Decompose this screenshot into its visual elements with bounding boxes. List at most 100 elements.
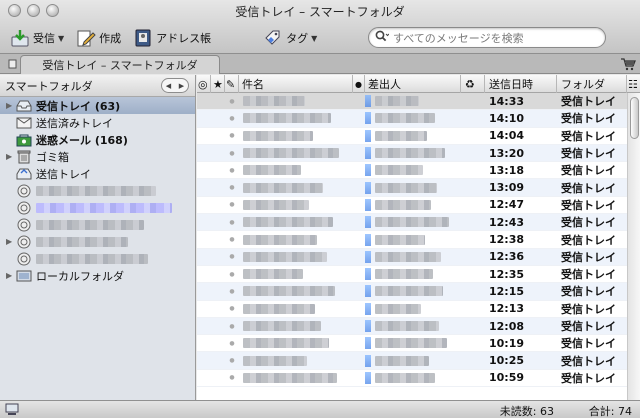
message-folder: 受信トレイ bbox=[561, 216, 616, 230]
mail-account-icon bbox=[16, 235, 32, 249]
attachment-column-header[interactable]: ✎ bbox=[225, 75, 239, 93]
total-count: 合計: 74 bbox=[588, 405, 632, 418]
table-row[interactable]: ● 12:35 受信トレイ bbox=[197, 265, 627, 284]
message-subject bbox=[239, 303, 353, 314]
table-row[interactable]: ● 10:19 受信トレイ bbox=[197, 335, 627, 353]
redacted-account-name bbox=[36, 185, 156, 196]
column-picker-button[interactable]: ☷ bbox=[627, 75, 640, 93]
star-column-header[interactable]: ★ bbox=[211, 75, 225, 93]
sidebar-item-inbox[interactable]: ▶ 受信トレイ (63) bbox=[0, 97, 195, 114]
disclosure-triangle-icon[interactable]: ▶ bbox=[6, 237, 16, 246]
tab-scroll-icon[interactable] bbox=[8, 58, 18, 70]
sidebar-item-sent[interactable]: 送信済みトレイ bbox=[0, 114, 195, 131]
attachment-indicator: ● bbox=[229, 184, 235, 192]
tag-button[interactable]: タグ ▼ bbox=[259, 26, 321, 50]
message-folder: 受信トレイ bbox=[561, 112, 616, 126]
shopping-cart-icon[interactable] bbox=[620, 56, 636, 72]
attachment-indicator: ● bbox=[229, 270, 235, 278]
table-row[interactable]: ● 13:18 受信トレイ bbox=[197, 162, 627, 180]
outbox-icon bbox=[16, 167, 32, 181]
message-folder: 受信トレイ bbox=[561, 337, 616, 351]
message-date: 13:20 bbox=[489, 146, 525, 160]
message-subject bbox=[239, 113, 353, 124]
message-folder: 受信トレイ bbox=[561, 164, 616, 178]
chevron-right-icon[interactable]: ▶ bbox=[179, 82, 184, 90]
thread-icon: ◎ bbox=[198, 77, 208, 91]
compose-button[interactable]: 作成 bbox=[72, 26, 125, 50]
receive-label: 受信 bbox=[33, 32, 55, 45]
tag-icon bbox=[263, 28, 283, 48]
message-date: 13:09 bbox=[489, 181, 525, 195]
sidebar-item-junk[interactable]: 迷惑メール (168) bbox=[0, 131, 195, 148]
folder-pane: スマートフォルダ ◀ ▶ ▶ 受信トレイ (63) 送信済みトレイ 迷惑メール (… bbox=[0, 75, 196, 400]
sidebar-item-local-folders[interactable]: ▶ ローカルフォルダ bbox=[0, 267, 195, 284]
message-folder: 受信トレイ bbox=[561, 285, 616, 299]
table-row[interactable]: ● 13:20 受信トレイ bbox=[197, 144, 627, 163]
message-subject bbox=[239, 251, 353, 262]
sidebar-item-account[interactable] bbox=[0, 216, 195, 233]
message-subject bbox=[239, 182, 353, 193]
redacted-account-name bbox=[36, 236, 128, 247]
address-book-icon bbox=[133, 28, 153, 48]
message-folder: 受信トレイ bbox=[561, 250, 616, 264]
table-row[interactable]: ● 12:13 受信トレイ bbox=[197, 300, 627, 318]
message-date: 12:36 bbox=[489, 250, 525, 264]
table-row[interactable]: ● 12:47 受信トレイ bbox=[197, 196, 627, 215]
scrollbar-thumb[interactable] bbox=[630, 97, 639, 139]
date-column-header[interactable]: 送信日時 bbox=[485, 75, 557, 93]
table-row[interactable]: ● 14:04 受信トレイ bbox=[197, 127, 627, 145]
tab-inbox-smart-folder[interactable]: 受信トレイ – スマートフォルダ bbox=[20, 55, 220, 74]
table-row[interactable]: ● 12:08 受信トレイ bbox=[197, 317, 627, 336]
junk-icon bbox=[16, 133, 32, 147]
junk-column-header[interactable]: ♻ bbox=[461, 75, 485, 93]
folder-view-switcher[interactable]: ◀ ▶ bbox=[161, 78, 189, 93]
message-date: 12:38 bbox=[489, 233, 525, 247]
redacted-account-name bbox=[36, 219, 144, 230]
folder-pane-title: スマートフォルダ bbox=[5, 79, 93, 93]
message-list-header: ◎ ★ ✎ 件名 ● 差出人 ♻ 送信日時 フォルダ ☷ bbox=[197, 75, 640, 93]
network-status-icon[interactable] bbox=[5, 403, 19, 416]
message-folder: 受信トレイ bbox=[561, 268, 616, 282]
table-row[interactable]: ● 12:38 受信トレイ bbox=[197, 231, 627, 249]
read-column-header[interactable]: ● bbox=[353, 75, 365, 93]
sidebar-item-account[interactable] bbox=[0, 199, 195, 216]
sidebar-item-account[interactable]: ▶ bbox=[0, 233, 195, 250]
message-subject bbox=[239, 269, 353, 280]
message-sender bbox=[363, 181, 461, 194]
chevron-left-icon[interactable]: ◀ bbox=[166, 82, 171, 90]
unread-count: 未読数: 63 bbox=[499, 405, 554, 418]
address-book-button[interactable]: アドレス帳 bbox=[129, 26, 215, 50]
message-date: 12:47 bbox=[489, 198, 525, 212]
folder-column-header[interactable]: フォルダ bbox=[557, 75, 627, 93]
message-subject bbox=[239, 130, 353, 141]
table-row[interactable]: ● 13:09 受信トレイ bbox=[197, 179, 627, 197]
message-subject bbox=[239, 217, 353, 228]
disclosure-triangle-icon[interactable]: ▶ bbox=[6, 152, 16, 161]
from-column-label: 差出人 bbox=[368, 78, 401, 91]
disclosure-triangle-icon[interactable]: ▶ bbox=[6, 101, 16, 110]
message-list-scrollbar[interactable] bbox=[627, 93, 640, 400]
search-input[interactable]: すべてのメッセージを検索 bbox=[368, 27, 606, 48]
table-row[interactable]: ● 12:36 受信トレイ bbox=[197, 248, 627, 266]
sidebar-item-account[interactable] bbox=[0, 250, 195, 267]
sidebar-item-outbox[interactable]: 送信トレイ bbox=[0, 165, 195, 182]
thread-column-header[interactable]: ◎ bbox=[197, 75, 211, 93]
message-sender bbox=[363, 250, 461, 263]
sidebar-item-trash[interactable]: ▶ ゴミ箱 bbox=[0, 148, 195, 165]
table-row[interactable]: ● 12:15 受信トレイ bbox=[197, 283, 627, 301]
chevron-down-icon[interactable]: ▼ bbox=[58, 34, 64, 43]
subject-column-header[interactable]: 件名 bbox=[239, 75, 353, 93]
date-column-label: 送信日時 bbox=[489, 78, 533, 91]
table-row[interactable]: ● 14:33 受信トレイ bbox=[197, 93, 627, 111]
table-row[interactable]: ● 10:59 受信トレイ bbox=[197, 369, 627, 388]
message-sender bbox=[363, 302, 461, 315]
table-row[interactable]: ● 12:43 受信トレイ bbox=[197, 214, 627, 232]
disclosure-triangle-icon[interactable]: ▶ bbox=[6, 271, 16, 280]
sidebar-item-account[interactable] bbox=[0, 182, 195, 199]
receive-button[interactable]: 受信 ▼ bbox=[6, 26, 68, 50]
chevron-down-icon[interactable]: ▼ bbox=[311, 34, 317, 43]
table-row[interactable]: ● 10:25 受信トレイ bbox=[197, 352, 627, 370]
message-folder: 受信トレイ bbox=[561, 302, 616, 316]
table-row[interactable]: ● 14:10 受信トレイ bbox=[197, 110, 627, 128]
from-column-header[interactable]: 差出人 bbox=[365, 75, 461, 93]
